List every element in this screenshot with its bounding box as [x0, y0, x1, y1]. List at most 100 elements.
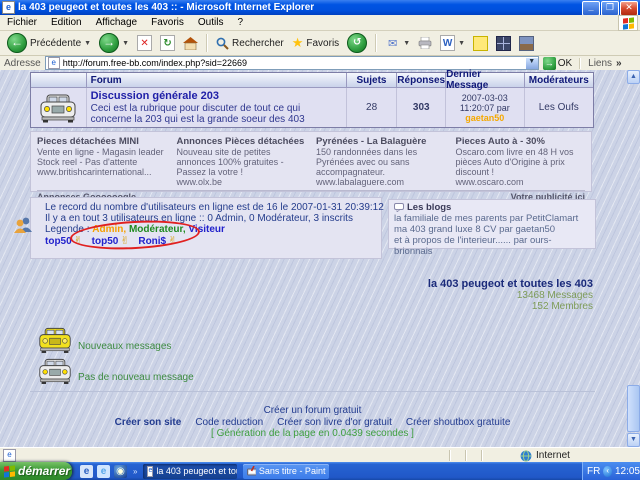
ad-body: Nouveau site de petites annonces 100% gr… [177, 147, 284, 177]
car-no-new-messages-icon [38, 357, 72, 385]
blogs-panel: Les blogs la familiale de mes parents pa… [388, 199, 596, 249]
mail-dropdown-icon[interactable]: ▼ [403, 40, 410, 47]
topics-cell: 28 [347, 88, 398, 127]
back-button[interactable]: ← Précédente ▼ [4, 32, 94, 54]
language-indicator[interactable]: FR [587, 466, 600, 477]
ad-item[interactable]: Pieces Auto à - 30% Oscaro.com livre en … [456, 136, 586, 187]
edit-word-button[interactable]: W▼ [437, 34, 468, 52]
ad-title[interactable]: Pyrénées - La Balaguère [316, 136, 426, 147]
back-dropdown-icon[interactable]: ▼ [84, 40, 91, 47]
scroll-up-icon[interactable]: ▲ [627, 70, 640, 84]
media-player-quicklaunch-icon[interactable]: ◉ [114, 465, 127, 478]
header-sujets: Sujets [347, 73, 398, 87]
footer-link[interactable]: Code reduction [195, 417, 263, 428]
favorites-button[interactable]: ★ Favoris [289, 34, 342, 52]
ad-body: Vente en ligne - Magasin leader Stock re… [37, 147, 164, 167]
maximize-button[interactable]: ❐ [601, 1, 619, 16]
search-button[interactable]: Rechercher [213, 36, 287, 51]
address-dropdown-icon[interactable]: ▼ [526, 58, 538, 69]
menu-fichier[interactable]: Fichier [0, 16, 44, 29]
site-messages-count: 13468 Messages [428, 290, 593, 301]
research-button[interactable] [516, 35, 537, 52]
links-overflow-icon[interactable]: » [616, 58, 622, 69]
start-label: démarrer [18, 464, 70, 478]
blogs-title: Les blogs [407, 202, 451, 213]
menu-outils[interactable]: Outils [191, 16, 231, 29]
ad-item[interactable]: Pyrénées - La Balaguère 150 randonnées d… [316, 136, 446, 187]
vertical-scrollbar[interactable]: ▲ ▼ [627, 70, 640, 447]
header-dernier-message: Dernier Message [446, 73, 524, 87]
task-paint-window[interactable]: Sans titre - Paint [243, 464, 329, 479]
moderators-cell[interactable]: Les Oufs [525, 88, 594, 127]
header-forum: Forum [87, 73, 347, 87]
ad-title[interactable]: Pieces Auto à - 30% [456, 136, 545, 147]
address-label: Adresse [4, 58, 41, 69]
menu-aide[interactable]: ? [230, 16, 250, 29]
footer-link[interactable]: Créer son site [115, 417, 182, 428]
notes-button[interactable] [470, 35, 491, 52]
blog-entry[interactable]: et à propos de l'interieur...... par our… [394, 235, 590, 257]
blog-entry[interactable]: la familiale de mes parents par PetitCla… [394, 213, 590, 224]
header-moderateurs: Modérateurs [525, 73, 593, 87]
footer-links: Créer son site Code reduction Créer son … [0, 417, 625, 428]
forum-status-cell [31, 88, 87, 127]
footer-link[interactable]: Créer shoutbox gratuite [406, 417, 511, 428]
scroll-thumb[interactable] [627, 385, 640, 432]
close-button[interactable]: ✕ [620, 1, 638, 16]
minimize-button[interactable]: _ [582, 1, 600, 16]
system-tray: FR ‹ 12:05 [582, 462, 640, 480]
user-link[interactable]: top50 [45, 236, 72, 247]
page-status-icon: e [3, 449, 16, 462]
online-users-icon [12, 216, 36, 234]
windows-logo-icon [618, 15, 638, 31]
mail-button[interactable]: ✉▼ [382, 35, 413, 52]
edit-dropdown-icon[interactable]: ▼ [458, 40, 465, 47]
task-ie-window[interactable]: e la 403 peugeot et tou... [143, 464, 237, 479]
paint-task-icon [247, 466, 255, 476]
ad-item[interactable]: Annonces Pièces détachées Nouveau site d… [177, 136, 307, 187]
last-message-author[interactable]: gaetan50 [465, 113, 504, 123]
ie-light-quicklaunch-icon[interactable]: e [97, 465, 110, 478]
print-button[interactable] [415, 36, 435, 50]
go-button[interactable]: → OK [543, 57, 572, 70]
ie-quicklaunch-icon[interactable]: e [80, 465, 93, 478]
statusbar-divider [465, 450, 467, 461]
quicklaunch-overflow-icon[interactable]: » [133, 467, 137, 476]
stop-button[interactable]: ✕ [134, 34, 155, 52]
home-button[interactable] [180, 36, 201, 51]
start-button[interactable]: démarrer [0, 462, 72, 480]
legend-no-new-messages: Pas de nouveau message [38, 357, 194, 385]
online-now-text: Il y a en tout 3 utilisateurs en ligne :… [45, 213, 353, 224]
header-icon-col [31, 73, 87, 87]
ad-url[interactable]: www.olx.be [177, 177, 223, 187]
back-label: Précédente [30, 38, 81, 49]
messenger-button[interactable] [493, 35, 514, 52]
footer-link[interactable]: Créer son livre d'or gratuit [277, 417, 392, 428]
quick-launch: e e ◉ » [80, 465, 137, 478]
hide-icons-chevron-icon[interactable]: ‹ [603, 466, 612, 477]
ad-title[interactable]: Pieces détachées MINI [37, 136, 139, 147]
toolbar-separator [206, 34, 208, 52]
menu-favoris[interactable]: Favoris [144, 16, 191, 29]
history-icon: ↺ [347, 33, 367, 53]
menu-affichage[interactable]: Affichage [89, 16, 145, 29]
refresh-button[interactable]: ↻ [157, 34, 178, 52]
ad-url[interactable]: www.britishcarinternational... [37, 167, 152, 177]
window-title: la 403 peugeot et toutes les 403 :: - Mi… [18, 2, 314, 13]
scroll-down-icon[interactable]: ▼ [627, 433, 640, 447]
ad-url[interactable]: www.labalaguere.com [316, 177, 404, 187]
history-button[interactable]: ↺ [344, 32, 370, 54]
forum-link[interactable]: Discussion générale 203 [91, 90, 219, 102]
create-forum-link[interactable]: Créer un forum gratuit [0, 406, 625, 416]
ad-item[interactable]: Pieces détachées MINI Vente en ligne - M… [37, 136, 167, 187]
ad-url[interactable]: www.oscaro.com [456, 177, 524, 187]
menu-edition[interactable]: Edition [44, 16, 89, 29]
windows-flag-icon [4, 465, 15, 477]
favorites-star-icon: ★ [292, 35, 304, 51]
forward-dropdown-icon[interactable]: ▼ [122, 40, 129, 47]
forward-button[interactable]: → ▼ [96, 32, 132, 54]
address-input[interactable] [63, 58, 523, 68]
ad-title[interactable]: Annonces Pièces détachées [177, 136, 305, 147]
blog-entry[interactable]: ma 403 grand luxe 8 CV par gaetan50 [394, 224, 590, 235]
links-label[interactable]: Liens [588, 58, 612, 69]
